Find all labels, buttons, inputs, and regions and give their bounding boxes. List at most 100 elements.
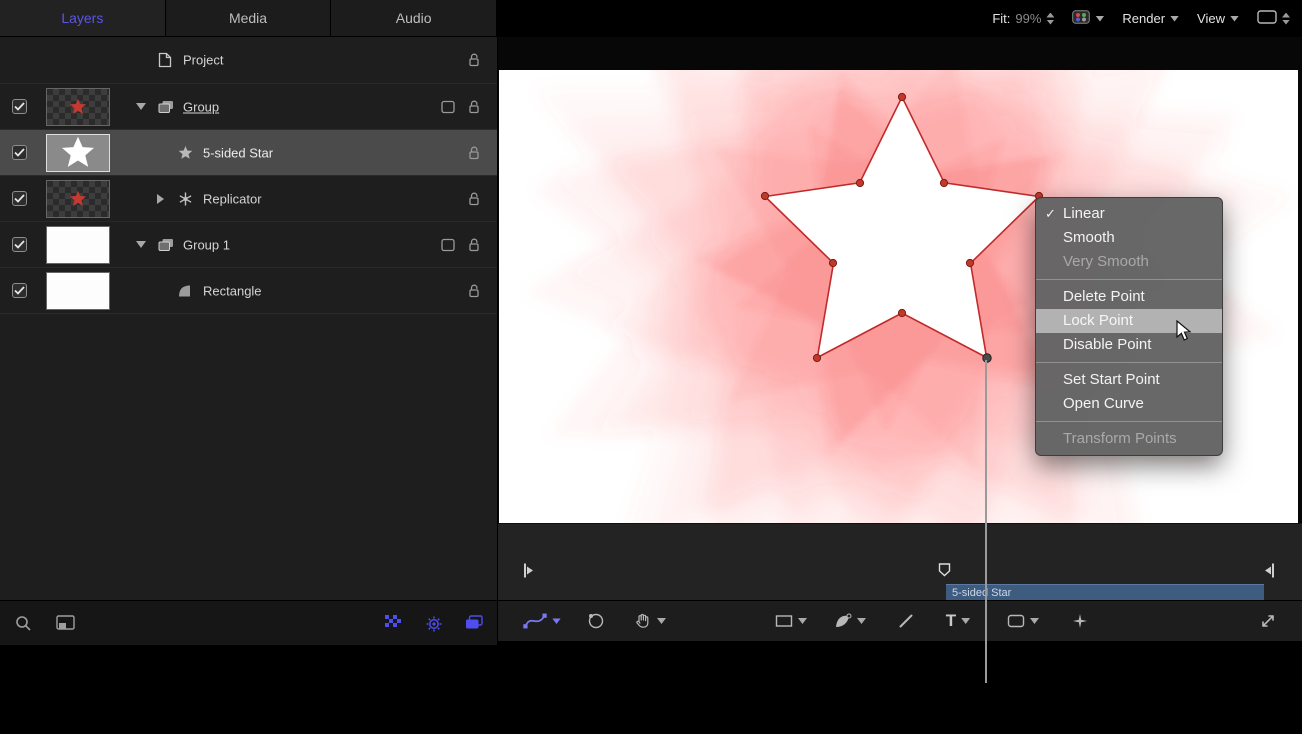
chevron-down-icon <box>552 618 561 624</box>
disclosure-triangle[interactable] <box>136 241 146 248</box>
layer-thumbnail[interactable] <box>46 272 110 310</box>
tab-audio[interactable]: Audio <box>331 0 497 36</box>
tool-bar: T <box>498 600 1302 641</box>
mask-rectangle-tool[interactable] <box>1007 614 1039 628</box>
layer-name[interactable]: 5-sided Star <box>203 145 273 160</box>
lock-icon[interactable] <box>467 283 481 298</box>
fit-control[interactable]: Fit: 99% <box>992 11 1054 26</box>
layers-panel-footer <box>0 600 497 645</box>
chevron-down-icon <box>1230 16 1239 22</box>
transform-3d-tool[interactable] <box>587 612 605 630</box>
clip-label: 5-sided Star <box>946 587 1011 599</box>
color-channels-control[interactable] <box>1072 10 1104 27</box>
fit-stepper[interactable] <box>1046 13 1054 25</box>
layers-panel: Layers Media Audio Project <box>0 0 497 645</box>
disclosure-triangle[interactable] <box>136 103 146 110</box>
view-label: View <box>1197 11 1225 26</box>
edit-points-tool[interactable] <box>523 613 561 630</box>
bezier-shape-tool[interactable] <box>834 613 866 629</box>
layer-thumbnail[interactable] <box>46 88 110 126</box>
group-icon <box>158 238 174 252</box>
blend-square-icon[interactable] <box>441 238 455 251</box>
canvas-toolbar: Fit: 99% Render View <box>498 0 1302 37</box>
menu-item-linear[interactable]: ✓ Linear <box>1036 202 1222 226</box>
expand-view-icon[interactable] <box>1260 613 1276 629</box>
mouse-cursor <box>1176 320 1194 342</box>
visibility-checkbox[interactable] <box>12 191 27 206</box>
chevron-down-icon <box>798 618 807 624</box>
tab-layers[interactable]: Layers <box>0 0 166 36</box>
layer-row-project[interactable]: Project <box>0 37 497 84</box>
chevron-down-icon <box>961 618 970 624</box>
shape-star-icon <box>178 145 193 160</box>
layer-name[interactable]: Replicator <box>203 191 262 206</box>
layer-thumbnail[interactable] <box>46 134 110 172</box>
lock-icon[interactable] <box>467 53 481 68</box>
visibility-checkbox[interactable] <box>12 99 27 114</box>
playhead-marker[interactable] <box>938 563 951 582</box>
menu-item-open-curve[interactable]: Open Curve <box>1036 392 1222 416</box>
menu-item-delete-point[interactable]: Delete Point <box>1036 285 1222 309</box>
menu-item-smooth[interactable]: Smooth <box>1036 226 1222 250</box>
pan-hand-tool[interactable] <box>634 612 666 630</box>
layer-name[interactable]: Group 1 <box>183 237 230 252</box>
menu-item-very-smooth: Very Smooth <box>1036 250 1222 274</box>
display-control[interactable] <box>1257 10 1290 27</box>
rectangle-tool[interactable] <box>775 614 807 628</box>
layer-name[interactable]: Rectangle <box>203 283 262 298</box>
display-icon <box>1257 10 1277 27</box>
visibility-checkbox[interactable] <box>12 145 27 160</box>
visibility-checkbox[interactable] <box>12 283 27 298</box>
mini-timeline[interactable]: 5-sided Star <box>498 523 1302 600</box>
layer-thumbnail[interactable] <box>46 226 110 264</box>
menu-item-disable-point[interactable]: Disable Point <box>1036 333 1222 357</box>
menu-item-set-start-point[interactable]: Set Start Point <box>1036 368 1222 392</box>
fit-label: Fit: <box>992 11 1010 26</box>
menu-item-lock-point[interactable]: Lock Point <box>1036 309 1222 333</box>
menu-separator <box>1036 362 1222 363</box>
preview-area-icon[interactable] <box>56 615 75 630</box>
timeline-clip-5-sided-star[interactable]: 5-sided Star <box>946 584 1264 600</box>
view-menu[interactable]: View <box>1197 11 1239 26</box>
layer-row-replicator[interactable]: Replicator <box>0 176 497 222</box>
point-context-menu: ✓ Linear Smooth Very Smooth Delete Point… <box>1035 197 1223 456</box>
callout-line <box>985 360 987 683</box>
chevron-down-icon <box>1030 618 1039 624</box>
menu-separator <box>1036 279 1222 280</box>
display-stepper[interactable] <box>1282 13 1290 25</box>
color-channels-icon <box>1072 10 1090 27</box>
chevron-down-icon <box>1095 16 1104 22</box>
motion-window: Layers Media Audio Project <box>0 0 1302 734</box>
magic-wand-tool[interactable] <box>1072 613 1088 629</box>
disclosure-triangle[interactable] <box>157 194 164 204</box>
menu-separator <box>1036 421 1222 422</box>
layer-row-group[interactable]: Group <box>0 84 497 130</box>
checkmark-icon: ✓ <box>1045 202 1056 226</box>
lock-icon[interactable] <box>467 99 481 114</box>
tab-media[interactable]: Media <box>166 0 332 36</box>
blend-square-icon[interactable] <box>441 100 455 113</box>
lock-icon[interactable] <box>467 237 481 252</box>
paint-stroke-tool[interactable] <box>898 613 914 629</box>
lock-icon[interactable] <box>467 145 481 160</box>
chevron-down-icon <box>857 618 866 624</box>
document-icon <box>158 52 172 68</box>
checkerboard-icon[interactable] <box>385 615 401 627</box>
layer-thumbnail[interactable] <box>46 180 110 218</box>
layer-row-group-1[interactable]: Group 1 <box>0 222 497 268</box>
text-tool[interactable]: T <box>946 611 970 631</box>
layer-row-rectangle[interactable]: Rectangle <box>0 268 497 314</box>
panel-tab-bar: Layers Media Audio <box>0 0 497 37</box>
shape-icon <box>178 284 192 297</box>
search-icon[interactable] <box>15 615 32 632</box>
layers-stack-icon[interactable] <box>465 615 483 630</box>
render-menu[interactable]: Render <box>1122 11 1179 26</box>
lock-icon[interactable] <box>467 191 481 206</box>
group-icon <box>158 100 174 114</box>
gear-icon[interactable] <box>425 615 443 633</box>
layer-name[interactable]: Group <box>183 99 219 114</box>
out-point-marker[interactable] <box>1263 563 1275 583</box>
visibility-checkbox[interactable] <box>12 237 27 252</box>
layer-row-5-sided-star[interactable]: 5-sided Star <box>0 130 497 176</box>
in-point-marker[interactable] <box>523 563 535 583</box>
